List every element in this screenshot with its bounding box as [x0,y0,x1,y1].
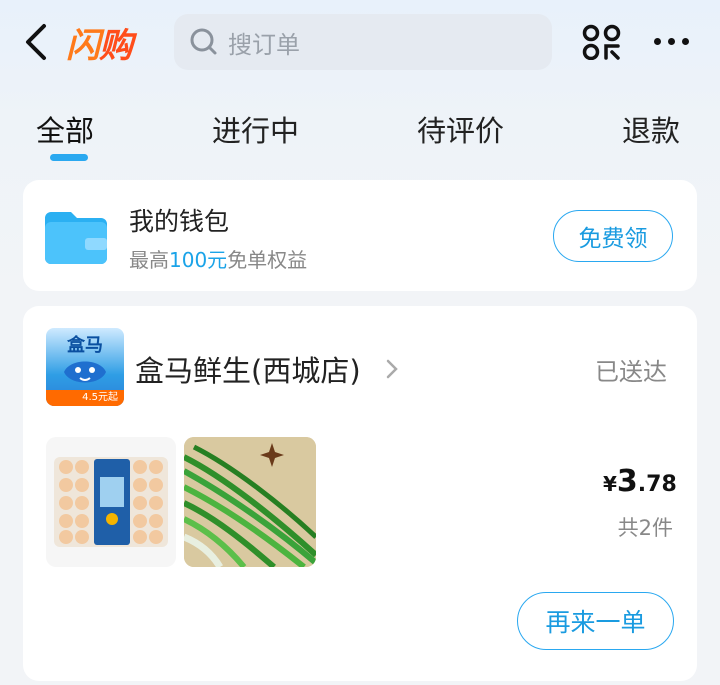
wallet-card[interactable]: 我的钱包 最高100元免单权益 免费领 [23,180,697,291]
store-logo-badge: 4.5元起 [46,390,124,406]
tab-in-progress[interactable]: 进行中 [212,108,299,150]
tab-indicator [50,154,88,161]
product-image-eggs[interactable] [46,437,176,567]
reorder-button[interactable]: 再来一单 [517,592,674,650]
wallet-subtitle: 最高100元免单权益 [129,248,308,272]
wallet-icon [45,212,107,264]
order-price: ¥3.78 [603,464,677,499]
store-name-link[interactable]: 盒马鲜生(西城店) [135,348,361,390]
order-card[interactable]: 盒马 4.5元起 盒马鲜生(西城店) 已送达 ¥3.78 共2件 再来一单 [23,306,697,681]
search-placeholder: 搜订单 [228,30,300,59]
tab-refund[interactable]: 退款 [622,108,680,150]
product-image-scallions[interactable] [184,437,316,567]
item-count: 共2件 [617,516,673,540]
scan-icon[interactable] [582,24,622,60]
tab-all[interactable]: 全部 [36,108,94,150]
app-logo: 闪购 [66,25,133,66]
wallet-title: 我的钱包 [129,207,230,236]
back-icon[interactable] [20,22,54,62]
eggs-tray-image [54,457,168,547]
chevron-right-icon [386,359,398,379]
hema-mascot-icon [64,361,106,383]
order-tabs: 全部 进行中 待评价 退款 [0,100,720,170]
store-logo: 盒马 4.5元起 [46,328,124,406]
search-icon [190,28,217,55]
scallions-image [184,437,316,567]
tab-to-review[interactable]: 待评价 [417,108,504,150]
more-icon[interactable] [654,38,689,45]
header-bar: 闪购 搜订单 [0,0,720,90]
order-status: 已送达 [595,358,667,386]
claim-free-button[interactable]: 免费领 [553,210,673,262]
search-input[interactable]: 搜订单 [174,14,552,70]
